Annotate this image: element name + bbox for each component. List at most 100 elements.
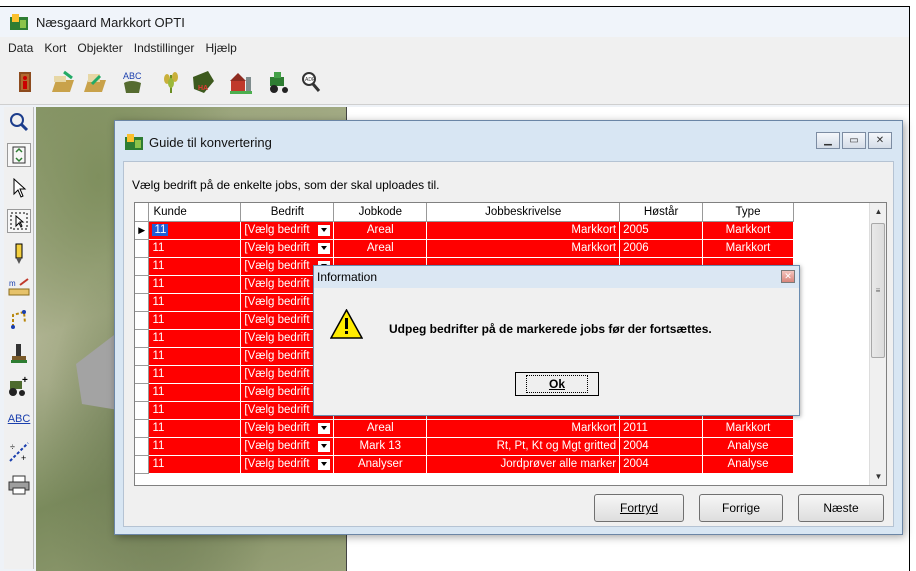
table-row[interactable]: ▶ 11 [Vælg bedrift Areal Markkort 2005 Markkor… — [135, 221, 794, 240]
cell-jobbeskrivelse[interactable]: Rt, Pt, Kt og Mgt gritted — [426, 437, 621, 456]
cell-bedrift-dropdown[interactable]: [Vælg bedrift — [240, 239, 335, 258]
col-jobbeskrivelse[interactable]: Jobbeskrivelse — [426, 203, 621, 222]
vertical-scrollbar[interactable]: ▲ ≡ ▼ — [869, 203, 886, 485]
col-kunde[interactable]: Kunde — [148, 203, 242, 222]
row-indicator[interactable] — [135, 437, 150, 456]
table-row[interactable]: 11 [Vælg bedrift Areal Markkort 2011 Markkort — [135, 419, 794, 438]
cell-jobkode[interactable]: Areal — [333, 239, 428, 258]
scroll-up-icon[interactable]: ▲ — [870, 203, 886, 220]
row-indicator[interactable] — [135, 293, 150, 312]
cell-kunde[interactable]: 11 — [148, 329, 242, 348]
cell-hostaar[interactable]: 2011 — [619, 419, 704, 438]
split-icon[interactable]: ÷ + — [7, 440, 31, 464]
cell-kunde[interactable]: 11 — [148, 221, 242, 240]
cell-jobkode[interactable]: Mark 13 — [333, 437, 428, 456]
pen-icon[interactable] — [7, 242, 31, 266]
cell-jobbeskrivelse[interactable]: Markkort — [426, 419, 621, 438]
cancel-button[interactable]: Fortryd — [594, 494, 684, 522]
row-indicator[interactable] — [135, 257, 150, 276]
table-row[interactable]: 11 [Vælg bedrift Areal Markkort 2006 Markkort — [135, 239, 794, 258]
field-ha-icon[interactable]: HA — [190, 68, 216, 96]
cell-bedrift-dropdown[interactable]: [Vælg bedrift — [240, 437, 335, 456]
cell-kunde[interactable]: 11 — [148, 347, 242, 366]
cell-jobbeskrivelse[interactable]: Markkort — [426, 221, 621, 240]
menu-indstillinger[interactable]: Indstillinger — [134, 41, 195, 55]
scroll-thumb[interactable]: ≡ — [871, 223, 885, 358]
chevron-down-icon[interactable] — [318, 224, 331, 236]
cell-kunde[interactable]: 11 — [148, 383, 242, 402]
measure-icon[interactable]: m — [7, 275, 31, 299]
menu-objekter[interactable]: Objekter — [77, 41, 122, 55]
cell-hostaar[interactable]: 2004 — [619, 437, 704, 456]
chevron-down-icon[interactable] — [318, 422, 331, 434]
row-indicator[interactable] — [135, 275, 150, 294]
row-indicator[interactable] — [135, 455, 150, 474]
chevron-down-icon[interactable] — [318, 440, 331, 452]
cell-jobkode[interactable]: Areal — [333, 221, 428, 240]
exit-icon[interactable] — [12, 68, 38, 96]
cell-hostaar[interactable]: 2005 — [619, 221, 704, 240]
cell-kunde[interactable]: 11 — [148, 239, 242, 258]
select-icon[interactable] — [7, 209, 31, 233]
col-bedrift[interactable]: Bedrift — [240, 203, 335, 222]
cell-jobkode[interactable]: Areal — [333, 419, 428, 438]
cell-kunde[interactable]: 11 — [148, 257, 242, 276]
tractor-icon[interactable] — [266, 68, 292, 96]
menu-hjaelp[interactable]: Hjælp — [205, 41, 236, 55]
crop-icon[interactable] — [158, 68, 184, 96]
col-jobkode[interactable]: Jobkode — [333, 203, 428, 222]
back-button[interactable]: Forrige — [699, 494, 783, 522]
sample-icon[interactable] — [7, 341, 31, 365]
close-icon[interactable]: ✕ — [781, 270, 795, 283]
cell-kunde[interactable]: 11 — [148, 275, 242, 294]
magnify-icon[interactable]: ADR — [298, 68, 324, 96]
cell-kunde[interactable]: 11 — [148, 455, 242, 474]
chevron-down-icon[interactable] — [318, 242, 331, 254]
menu-data[interactable]: Data — [8, 41, 33, 55]
pointer-icon[interactable] — [7, 176, 31, 200]
cell-type[interactable]: Markkort — [702, 221, 794, 240]
close-icon[interactable]: ✕ — [868, 132, 892, 149]
cell-jobbeskrivelse[interactable]: Markkort — [426, 239, 621, 258]
cell-type[interactable]: Analyse — [702, 437, 794, 456]
cell-type[interactable]: Markkort — [702, 419, 794, 438]
table-row[interactable]: 11 [Vælg bedrift Analyser Jordprøver alle m… — [135, 455, 794, 474]
import-icon[interactable] — [50, 68, 76, 96]
print-icon[interactable] — [7, 473, 31, 497]
cell-kunde[interactable]: 11 — [148, 311, 242, 330]
col-type[interactable]: Type — [702, 203, 794, 222]
cell-bedrift-dropdown[interactable]: [Vælg bedrift — [240, 221, 335, 240]
next-button[interactable]: Næste — [798, 494, 884, 522]
current-row-indicator-icon[interactable]: ▶ — [135, 221, 150, 240]
cell-bedrift-dropdown[interactable]: [Vælg bedrift — [240, 455, 335, 474]
cell-kunde[interactable]: 11 — [148, 293, 242, 312]
cell-bedrift-dropdown[interactable]: [Vælg bedrift — [240, 419, 335, 438]
maximize-icon[interactable]: ▭ — [842, 132, 866, 149]
row-indicator[interactable] — [135, 365, 150, 384]
cell-kunde[interactable]: 11 — [148, 437, 242, 456]
cell-jobbeskrivelse[interactable]: Jordprøver alle marker — [426, 455, 621, 474]
row-indicator[interactable] — [135, 311, 150, 330]
cell-hostaar[interactable]: 2004 — [619, 455, 704, 474]
abc-label-icon[interactable]: ABC — [120, 68, 146, 96]
cell-jobkode[interactable]: Analyser — [333, 455, 428, 474]
minimize-icon[interactable]: ▁ — [816, 132, 840, 149]
export-icon[interactable] — [82, 68, 108, 96]
cell-kunde[interactable]: 11 — [148, 419, 242, 438]
menu-kort[interactable]: Kort — [44, 41, 66, 55]
zoom-icon[interactable] — [7, 110, 31, 134]
abc-icon[interactable]: ABC — [7, 407, 31, 431]
row-indicator[interactable] — [135, 347, 150, 366]
scroll-down-icon[interactable]: ▼ — [870, 468, 886, 485]
refresh-icon[interactable] — [7, 143, 31, 167]
row-indicator[interactable] — [135, 383, 150, 402]
polygon-icon[interactable] — [7, 308, 31, 332]
row-indicator[interactable] — [135, 419, 150, 438]
cell-kunde[interactable]: 11 — [148, 401, 242, 420]
cell-type[interactable]: Analyse — [702, 455, 794, 474]
col-hostaar[interactable]: Høstår — [619, 203, 704, 222]
cell-hostaar[interactable]: 2006 — [619, 239, 704, 258]
row-indicator[interactable] — [135, 401, 150, 420]
table-row[interactable]: 11 [Vælg bedrift Mark 13 Rt, Pt, Kt og Mgt … — [135, 437, 794, 456]
cell-kunde[interactable]: 11 — [148, 365, 242, 384]
